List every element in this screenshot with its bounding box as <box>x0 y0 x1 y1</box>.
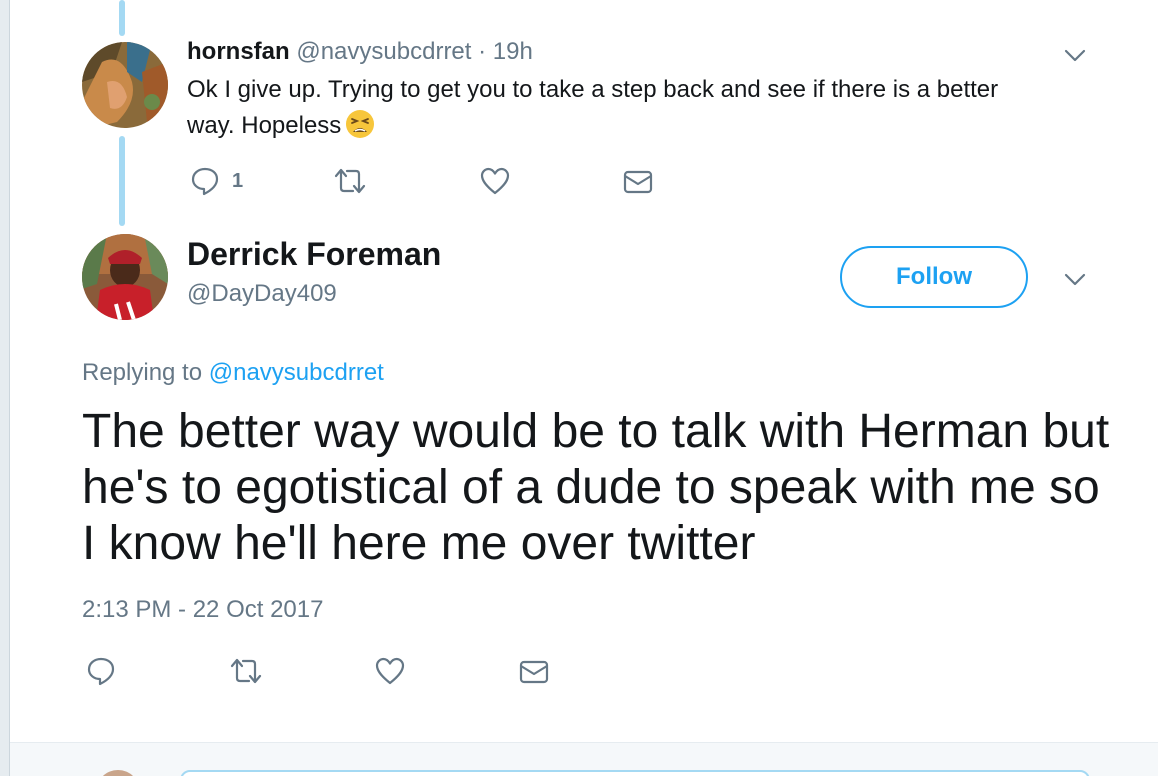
thread-line-bottom <box>119 136 125 226</box>
reply-icon <box>87 657 115 686</box>
reply-timestamp[interactable]: 19h <box>493 38 533 65</box>
reply-tweet-retweet-button[interactable] <box>332 166 368 196</box>
reply-tweet-reply-button[interactable]: 1 <box>190 166 243 196</box>
retweet-icon <box>230 658 262 684</box>
retweet-icon <box>334 168 366 194</box>
reply-tweet-dm-button[interactable] <box>622 168 654 196</box>
main-tweet-dm-button[interactable] <box>518 658 550 686</box>
reply-meta-separator: · <box>478 38 487 65</box>
follow-button[interactable]: Follow <box>840 246 1028 308</box>
main-tweet-reply-button[interactable] <box>86 656 116 686</box>
main-author-name[interactable]: Derrick Foreman <box>187 236 441 273</box>
main-author-handle[interactable]: @DayDay409 <box>187 280 337 308</box>
reply-tweet-text: Ok I give up. Trying to get you to take … <box>187 72 1047 144</box>
reply-tweet-like-button[interactable] <box>479 166 511 196</box>
main-tweet-timestamp[interactable]: 2:13 PM - 22 Oct 2017 <box>82 596 323 624</box>
avatar-hornsfan[interactable] <box>82 42 168 128</box>
avatar-derrick-foreman[interactable] <box>82 234 168 320</box>
dm-icon <box>519 660 549 684</box>
reply-chevron-down-icon[interactable] <box>1062 42 1088 68</box>
reply-composer-input[interactable] <box>180 770 1090 776</box>
weary-face-emoji-icon <box>346 110 375 138</box>
replying-to-line: Replying to @navysubcdrret <box>82 359 384 387</box>
reply-count: 1 <box>232 169 244 192</box>
avatar-derrick-foreman-image <box>82 234 168 320</box>
reply-author-handle[interactable]: @navysubcdrret <box>296 38 471 65</box>
replying-to-label: Replying to <box>82 359 203 386</box>
avatar-hornsfan-image <box>82 42 168 128</box>
reply-icon <box>191 167 219 196</box>
main-chevron-down-icon[interactable] <box>1062 266 1088 292</box>
main-tweet-text: The better way would be to talk with Her… <box>82 405 1110 570</box>
reply-author-name[interactable]: hornsfan <box>187 38 290 65</box>
reply-tweet-header: hornsfan @navysubcdrret · 19h <box>187 38 533 66</box>
reply-tweet-text-content: Ok I give up. Trying to get you to take … <box>187 76 999 139</box>
main-tweet-like-button[interactable] <box>374 656 406 686</box>
like-icon <box>375 657 405 685</box>
dm-icon <box>623 170 653 194</box>
replying-to-mention-link[interactable]: @navysubcdrret <box>209 359 384 386</box>
main-tweet-retweet-button[interactable] <box>228 656 264 686</box>
like-icon <box>480 167 510 195</box>
thread-line-top <box>119 0 125 36</box>
window-left-edge <box>0 0 10 776</box>
